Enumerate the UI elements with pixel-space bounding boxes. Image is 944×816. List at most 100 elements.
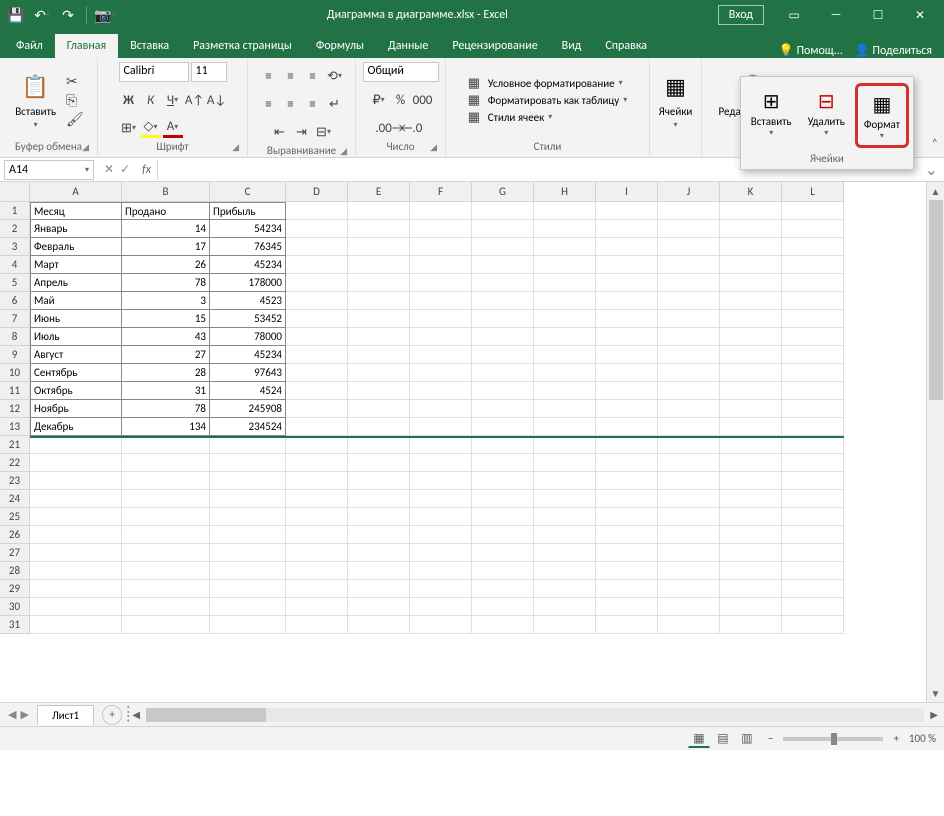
cell[interactable]: [782, 256, 844, 274]
cell[interactable]: [534, 346, 596, 364]
row-header[interactable]: 8: [0, 328, 30, 346]
save-icon[interactable]: 💾: [4, 3, 28, 27]
merge-button[interactable]: ⊟▾: [314, 122, 334, 142]
cell[interactable]: [596, 544, 658, 562]
cell[interactable]: [596, 580, 658, 598]
cell[interactable]: [122, 616, 210, 634]
format-cells-button[interactable]: ▦ Формат▾: [855, 83, 909, 148]
cell[interactable]: 14: [122, 220, 210, 238]
cell[interactable]: Апрель: [30, 274, 122, 292]
tell-me[interactable]: 💡 Помощ...: [779, 43, 843, 58]
tab-главная[interactable]: Главная: [55, 34, 118, 58]
cell[interactable]: [410, 580, 472, 598]
cell[interactable]: [658, 220, 720, 238]
indent-decrease-icon[interactable]: ⇤: [270, 122, 290, 142]
cell[interactable]: [534, 202, 596, 220]
fx-icon[interactable]: fx: [136, 163, 157, 177]
cell[interactable]: [658, 364, 720, 382]
column-header[interactable]: A: [30, 182, 122, 202]
cell[interactable]: [658, 382, 720, 400]
cell[interactable]: [782, 310, 844, 328]
bold-button[interactable]: Ж: [119, 90, 139, 110]
close-icon[interactable]: ✕: [900, 0, 940, 30]
cell[interactable]: [30, 616, 122, 634]
cell[interactable]: 26: [122, 256, 210, 274]
cell[interactable]: [720, 400, 782, 418]
cell[interactable]: 17: [122, 238, 210, 256]
cell[interactable]: [782, 454, 844, 472]
cell[interactable]: [596, 418, 658, 436]
font-size-select[interactable]: 11: [191, 62, 227, 82]
cell[interactable]: [720, 202, 782, 220]
cell[interactable]: [596, 256, 658, 274]
cell[interactable]: [348, 292, 410, 310]
cell[interactable]: [210, 526, 286, 544]
cell[interactable]: [534, 418, 596, 436]
cell[interactable]: [472, 490, 534, 508]
login-button[interactable]: Вход: [718, 5, 764, 25]
cell[interactable]: [658, 472, 720, 490]
column-header[interactable]: I: [596, 182, 658, 202]
cell[interactable]: [782, 598, 844, 616]
cell[interactable]: 178000: [210, 274, 286, 292]
cell[interactable]: [286, 598, 348, 616]
cell[interactable]: [30, 454, 122, 472]
cell[interactable]: [286, 508, 348, 526]
cell[interactable]: [348, 274, 410, 292]
cell[interactable]: [596, 364, 658, 382]
border-button[interactable]: ⊞▾: [119, 118, 139, 138]
cell[interactable]: [348, 438, 410, 454]
cell[interactable]: [658, 438, 720, 454]
cell[interactable]: [286, 400, 348, 418]
column-header[interactable]: L: [782, 182, 844, 202]
cell[interactable]: [410, 238, 472, 256]
format-painter-icon[interactable]: 🖌: [64, 111, 86, 128]
cell[interactable]: [286, 454, 348, 472]
tab-рецензирование[interactable]: Рецензирование: [440, 34, 549, 58]
page-break-view-icon[interactable]: ▥: [736, 730, 758, 748]
currency-icon[interactable]: ₽▾: [369, 90, 389, 110]
cell[interactable]: [596, 310, 658, 328]
cell[interactable]: [348, 328, 410, 346]
cell[interactable]: [720, 418, 782, 436]
cells-grid[interactable]: МесяцПроданоПрибыльЯнварь1454234Февраль1…: [30, 202, 844, 702]
cell[interactable]: [286, 346, 348, 364]
cell[interactable]: [534, 238, 596, 256]
cell[interactable]: [782, 274, 844, 292]
cell[interactable]: [410, 526, 472, 544]
percent-icon[interactable]: %: [391, 90, 411, 110]
tab-формулы[interactable]: Формулы: [304, 34, 376, 58]
sheet-nav-prev-icon[interactable]: ◀: [8, 708, 16, 721]
cell[interactable]: [782, 418, 844, 436]
horizontal-scrollbar[interactable]: [146, 708, 924, 722]
vscroll-thumb[interactable]: [929, 200, 943, 400]
cell[interactable]: [472, 438, 534, 454]
cell[interactable]: [472, 580, 534, 598]
cell[interactable]: [472, 292, 534, 310]
font-grow-icon[interactable]: A↑: [185, 90, 205, 110]
cell[interactable]: [472, 454, 534, 472]
row-header[interactable]: 9: [0, 346, 30, 364]
cell[interactable]: [348, 346, 410, 364]
font-name-select[interactable]: Calibri: [119, 62, 189, 82]
cell[interactable]: [410, 220, 472, 238]
cell[interactable]: [720, 454, 782, 472]
cell[interactable]: [596, 328, 658, 346]
cell[interactable]: [658, 202, 720, 220]
cell[interactable]: [286, 382, 348, 400]
cell[interactable]: [596, 490, 658, 508]
align-left-icon[interactable]: ≡: [259, 94, 279, 114]
cell[interactable]: [122, 580, 210, 598]
cell[interactable]: [472, 508, 534, 526]
cell[interactable]: [472, 220, 534, 238]
cell[interactable]: Продано: [122, 202, 210, 220]
copy-icon[interactable]: ⎘: [64, 92, 86, 109]
cell[interactable]: [596, 454, 658, 472]
row-header[interactable]: 29: [0, 580, 30, 598]
cell[interactable]: [210, 454, 286, 472]
cell[interactable]: [286, 274, 348, 292]
row-header[interactable]: 13: [0, 418, 30, 436]
cell[interactable]: [410, 454, 472, 472]
tab-справка[interactable]: Справка: [593, 34, 659, 58]
cell[interactable]: [348, 580, 410, 598]
